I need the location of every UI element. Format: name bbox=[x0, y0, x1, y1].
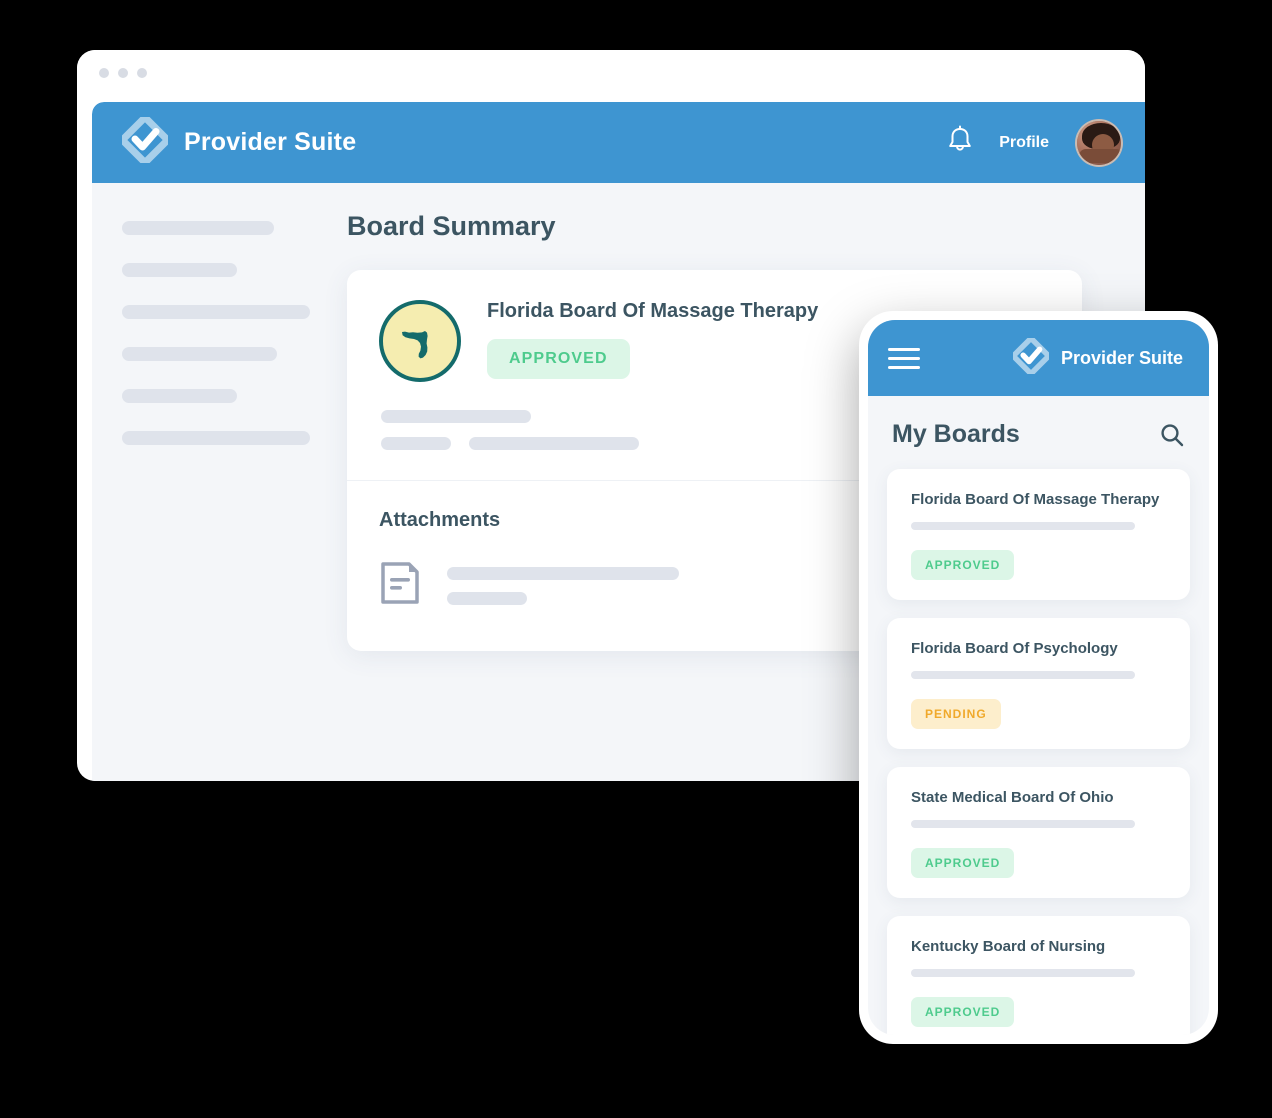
bell-icon[interactable] bbox=[947, 125, 973, 160]
mobile-brand[interactable]: Provider Suite bbox=[1011, 336, 1189, 379]
attachment-placeholder-line bbox=[447, 566, 679, 580]
detail-placeholder-line bbox=[381, 410, 531, 423]
board-placeholder-line bbox=[911, 671, 1136, 679]
sidebar-item-placeholder[interactable] bbox=[122, 221, 274, 235]
status-badge: APPROVED bbox=[487, 339, 630, 379]
sidebar bbox=[92, 183, 337, 781]
sidebar-item-placeholder[interactable] bbox=[122, 305, 310, 319]
sidebar-item-placeholder[interactable] bbox=[122, 263, 237, 277]
mobile-page-header: My Boards bbox=[868, 396, 1209, 465]
list-item[interactable]: State Medical Board Of Ohio APPROVED bbox=[887, 767, 1190, 898]
detail-placeholder-line bbox=[469, 437, 639, 450]
florida-state-seal-icon bbox=[379, 300, 461, 382]
mobile-screen: Provider Suite My Boards Florida Board O… bbox=[868, 320, 1209, 1035]
mobile-phone-mockup: Provider Suite My Boards Florida Board O… bbox=[859, 311, 1218, 1044]
board-placeholder-line bbox=[911, 522, 1136, 530]
mobile-board-list: Florida Board Of Massage Therapy APPROVE… bbox=[868, 465, 1209, 1035]
page-title: Board Summary bbox=[347, 211, 556, 241]
board-placeholder-line bbox=[911, 820, 1136, 828]
status-badge: PENDING bbox=[911, 699, 1001, 729]
detail-placeholder-line bbox=[381, 437, 451, 450]
attachment-placeholder-line bbox=[447, 591, 527, 605]
sidebar-item-placeholder[interactable] bbox=[122, 431, 310, 445]
status-badge: APPROVED bbox=[911, 997, 1015, 1027]
board-name: Kentucky Board of Nursing bbox=[911, 938, 1106, 955]
window-minimize-dot-icon[interactable] bbox=[118, 67, 128, 78]
diamond-check-logo-icon bbox=[1011, 336, 1051, 379]
board-name: State Medical Board Of Ohio bbox=[911, 789, 1114, 806]
board-name: Florida Board Of Psychology bbox=[911, 640, 1118, 657]
desktop-brand[interactable]: Provider Suite bbox=[120, 115, 357, 168]
avatar[interactable] bbox=[1075, 118, 1123, 167]
sidebar-item-placeholder[interactable] bbox=[122, 389, 237, 403]
mobile-top-navbar: Provider Suite bbox=[868, 320, 1209, 396]
desktop-topbar-actions: Profile bbox=[947, 118, 1123, 167]
diamond-check-logo-icon bbox=[120, 115, 170, 168]
mobile-page-title: My Boards bbox=[892, 420, 1020, 448]
board-name: Florida Board Of Massage Therapy bbox=[911, 491, 1160, 508]
list-item[interactable]: Kentucky Board of Nursing APPROVED bbox=[887, 916, 1190, 1035]
hamburger-menu-icon[interactable] bbox=[888, 347, 920, 369]
status-badge: APPROVED bbox=[911, 848, 1015, 878]
status-badge: APPROVED bbox=[911, 550, 1015, 580]
desktop-top-navbar: Provider Suite Profile bbox=[92, 102, 1145, 183]
profile-link[interactable]: Profile bbox=[999, 134, 1049, 152]
mobile-brand-label: Provider Suite bbox=[1060, 347, 1183, 368]
search-icon[interactable] bbox=[1159, 422, 1185, 448]
desktop-brand-label: Provider Suite bbox=[184, 128, 357, 156]
board-placeholder-line bbox=[911, 969, 1136, 977]
window-chrome-bar bbox=[77, 50, 1145, 95]
list-item[interactable]: Florida Board Of Massage Therapy APPROVE… bbox=[887, 469, 1190, 600]
window-maximize-dot-icon[interactable] bbox=[137, 67, 147, 78]
list-item[interactable]: Florida Board Of Psychology PENDING bbox=[887, 618, 1190, 749]
document-icon bbox=[379, 560, 421, 611]
sidebar-item-placeholder[interactable] bbox=[122, 347, 277, 361]
window-close-dot-icon[interactable] bbox=[99, 67, 109, 78]
